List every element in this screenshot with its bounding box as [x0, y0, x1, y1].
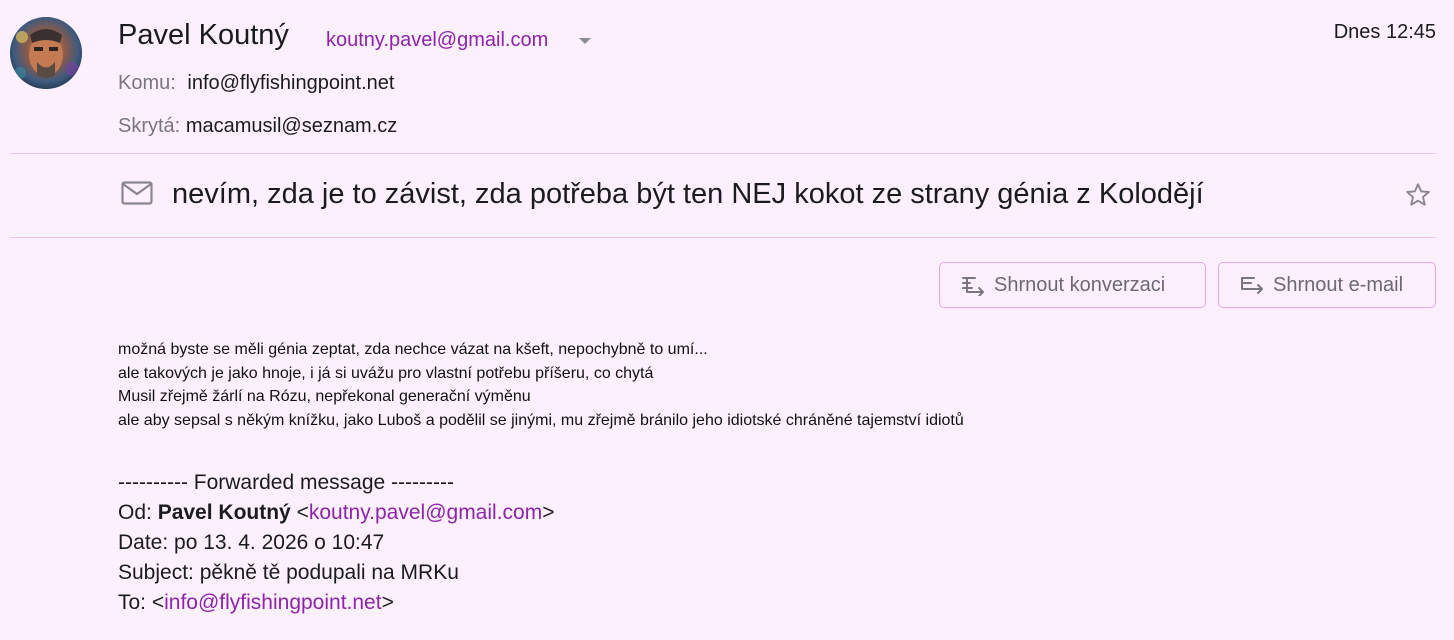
summarize-conversation-label: Shrnout konverzaci	[994, 273, 1166, 296]
forwarded-message: ---------- Forwarded message --------- O…	[118, 468, 554, 618]
summarize-email-label: Shrnout e-mail	[1273, 273, 1404, 296]
subject-divider	[10, 237, 1436, 238]
summarize-email-icon	[1241, 277, 1263, 294]
sender-name: Pavel Koutný	[118, 19, 289, 51]
forwarded-to-line: To: <info@flyfishingpoint.net>	[118, 591, 394, 614]
forwarded-from-line: Od: Pavel Koutný <koutny.pavel@gmail.com…	[118, 501, 555, 524]
forwarded-subject-line: Subject: pěkně tě podupali na MRKu	[118, 561, 459, 584]
star-outline-icon[interactable]	[1404, 181, 1432, 209]
message-body: možná byste se měli génia zeptat, zda ne…	[118, 338, 964, 432]
message-date: Dnes 12:45	[1333, 21, 1436, 43]
forwarded-from-name: Pavel Koutný	[157, 501, 291, 524]
recipient-bcc-value: macamusil@seznam.cz	[185, 115, 398, 137]
avatar-portrait-icon	[10, 17, 82, 89]
message-subject: nevím, zda je to závist, zda potřeba být…	[172, 178, 1204, 210]
body-line: ale aby sepsal s někým knížku, jako Lubo…	[118, 411, 964, 429]
sender-avatar[interactable]	[10, 17, 82, 89]
summarize-conversation-button[interactable]: Shrnout konverzaci	[939, 262, 1206, 308]
forwarded-from-label: Od:	[118, 501, 158, 524]
recipient-to-label: Komu:	[118, 72, 176, 94]
chevron-down-icon[interactable]	[579, 38, 591, 44]
forwarded-from-email-link[interactable]: koutny.pavel@gmail.com	[309, 501, 542, 524]
forwarded-date-line: Date: po 13. 4. 2026 o 10:47	[118, 531, 385, 554]
body-line: možná byste se měli génia zeptat, zda ne…	[118, 341, 708, 358]
body-line: ale takových je jako hnoje, i já si uváž…	[118, 364, 654, 382]
summarize-conversation-icon	[962, 277, 984, 296]
recipient-bcc-label: Skrytá:	[118, 115, 181, 137]
summarize-email-button[interactable]: Shrnout e-mail	[1218, 262, 1436, 308]
forwarded-to-email-link[interactable]: info@flyfishingpoint.net	[164, 591, 381, 614]
recipient-to-row: Komu: info@flyfishingpoint.net	[118, 72, 394, 95]
mail-envelope-icon	[121, 181, 153, 205]
header-divider	[10, 153, 1436, 154]
body-line: Musil zřejmě žárlí na Rózu, nepřekonal g…	[118, 388, 531, 405]
forwarded-header: ---------- Forwarded message ---------	[118, 471, 454, 494]
recipient-to-value: info@flyfishingpoint.net	[187, 72, 395, 94]
sender-email[interactable]: koutny.pavel@gmail.com	[326, 29, 548, 52]
recipient-bcc-row: Skrytá: macamusil@seznam.cz	[118, 115, 397, 138]
forwarded-to-label: To:	[118, 591, 152, 614]
